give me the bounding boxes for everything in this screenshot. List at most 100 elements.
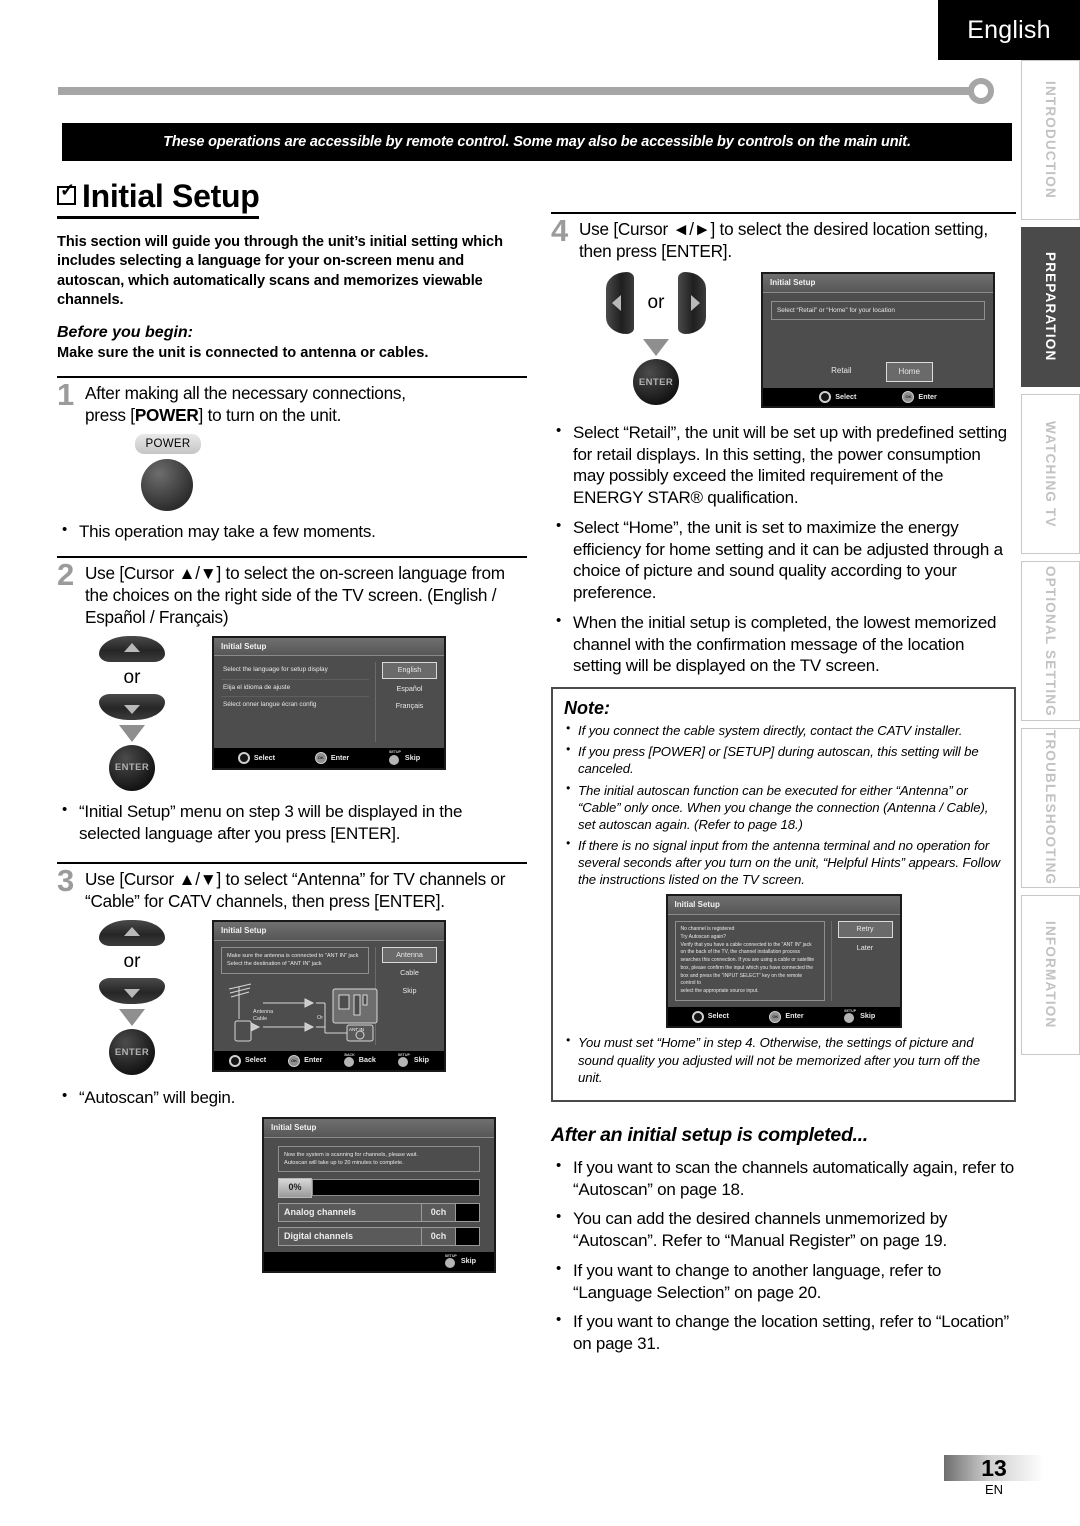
osd-location-options: Retail Home — [771, 362, 985, 382]
osd-footer-skip: SETUP Skip — [388, 751, 420, 765]
osd-footer-enter: OK Enter — [288, 1054, 322, 1067]
osd-note-line: No channel is registered — [680, 926, 735, 933]
sidebar-item-watching-tv[interactable]: WATCHING TV — [1021, 394, 1080, 554]
note-heading: Note: — [564, 698, 610, 719]
osd-option-antenna[interactable]: Antenna — [382, 946, 437, 964]
list-item: Select “Home”, the unit is set to maximi… — [551, 516, 1016, 604]
osd-footer-skip: SETUP Skip — [397, 1053, 429, 1068]
osd-option-retry[interactable]: Retry — [837, 921, 893, 938]
sidebar-item-information[interactable]: INFORMATION — [1021, 895, 1080, 1055]
sidebar-item-watching-tv-label: WATCHING TV — [1043, 420, 1058, 528]
osd-option-later[interactable]: Later — [838, 941, 893, 955]
autoscan-digital-indicator — [455, 1227, 479, 1245]
step-2-number: 2 — [57, 556, 75, 592]
note-list: If you connect the cable system directly… — [564, 721, 1003, 888]
osd-footer-select: Select — [819, 390, 856, 403]
sidebar-item-troubleshooting[interactable]: TROUBLESHOOTING — [1021, 728, 1080, 888]
autoscan-analog-row: Analog channels 0ch — [278, 1202, 480, 1222]
step-1-text: After making all the necessary connectio… — [85, 382, 406, 426]
left-column: Initial Setup This section will guide yo… — [57, 178, 527, 1274]
osd-antenna-title: Initial Setup — [214, 922, 444, 941]
osd-language-footer: Select OK Enter SETUP Skip — [214, 748, 444, 768]
autoscan-digital-label: Digital channels — [284, 1230, 354, 1241]
osd-option-retail[interactable]: Retail — [823, 362, 859, 382]
osd-helpful-title: Initial Setup — [667, 896, 900, 916]
osd-note-line: Autoscan will take up to 20 minutes to c… — [284, 1160, 404, 1167]
osd-autoscan-screen: Initial Setup Now the system is scanning… — [262, 1117, 496, 1274]
osd-helpful-main: No channel is registered Try Autoscan ag… — [674, 921, 825, 1001]
autoscan-analog-value: 0ch — [421, 1203, 455, 1221]
arrow-down-icon — [119, 724, 145, 742]
sidebar-item-introduction[interactable]: INTRODUCTION — [1021, 60, 1080, 220]
dpad-icon — [237, 752, 250, 765]
osd-option-skip[interactable]: Skip — [382, 984, 437, 998]
enter-button-icon[interactable]: ENTER — [109, 1029, 155, 1076]
section-tabs: INTRODUCTION PREPARATION WATCHING TV OPT… — [1021, 60, 1080, 1060]
enter-button-label: ENTER — [638, 376, 674, 388]
step-1-bullets: This operation may take a few moments. — [57, 520, 527, 543]
page-title: Initial Setup — [57, 178, 260, 219]
step-3-or-label: or — [123, 951, 141, 973]
page-language-code: EN — [984, 1482, 1004, 1497]
dpad-icon — [691, 1010, 704, 1023]
list-item: You can add the desired channels unmemor… — [551, 1207, 1016, 1252]
dpad-icon — [819, 390, 832, 403]
step-2: 2 Use [Cursor ▲/▼] to select the on-scre… — [57, 556, 527, 628]
section-intro: This section will guide you through the … — [57, 234, 503, 308]
sidebar-item-optional-setting[interactable]: OPTIONAL SETTING — [1021, 561, 1080, 721]
enter-key-icon: OK — [314, 752, 327, 765]
autoscan-analog-indicator — [455, 1203, 479, 1221]
autoscan-digital-value: 0ch — [421, 1227, 455, 1245]
osd-language-rows: Select the language for setup display El… — [221, 662, 369, 742]
cursor-right-icon[interactable] — [678, 272, 707, 335]
osd-autoscan-title: Initial Setup — [264, 1119, 494, 1138]
cursor-left-icon[interactable] — [605, 272, 634, 335]
osd-option-francais[interactable]: Français — [382, 699, 437, 713]
divider — [57, 555, 527, 558]
cursor-up-icon[interactable] — [99, 635, 165, 662]
step-2-bullets: “Initial Setup” menu on step 3 will be d… — [57, 800, 527, 845]
step-2-or-label: or — [123, 666, 141, 688]
osd-language-options: English Español Français — [375, 662, 437, 743]
cursor-down-icon[interactable] — [99, 693, 165, 720]
osd-option-english[interactable]: English — [382, 662, 437, 679]
cursor-down-icon[interactable] — [99, 978, 165, 1005]
osd-option-home[interactable]: Home — [885, 362, 933, 382]
enter-button-icon[interactable]: ENTER — [109, 744, 155, 791]
osd-note-line: Make sure the antenna is connected to “A… — [227, 952, 359, 959]
osd-option-cable[interactable]: Cable — [382, 966, 437, 980]
osd-antenna-notes: Make sure the antenna is connected to “A… — [221, 946, 369, 974]
step-3-bullets: “Autoscan” will begin. — [57, 1086, 527, 1109]
sidebar-item-introduction-label: INTRODUCTION — [1043, 81, 1058, 199]
step-2-graphics: or ENTER Initial Setup Select the langua… — [57, 635, 527, 791]
sidebar-item-optional-setting-label: OPTIONAL SETTING — [1043, 565, 1058, 717]
page-number: 13 — [981, 1454, 1007, 1481]
sidebar-item-troubleshooting-label: TROUBLESHOOTING — [1043, 730, 1058, 886]
power-button-graphic: POWER — [135, 434, 527, 511]
osd-option-espanol[interactable]: Español — [382, 682, 437, 696]
note-list-continued: You must set “Home” in step 4. Otherwise… — [564, 1033, 1003, 1085]
before-you-begin-body: Make sure the unit is connected to anten… — [57, 345, 429, 361]
enter-button-icon[interactable]: ENTER — [633, 359, 679, 406]
step-1-text-b: press [ — [85, 404, 135, 425]
sidebar-item-preparation[interactable]: PREPARATION — [1021, 227, 1080, 387]
language-tab-label: English — [967, 15, 1051, 44]
page-number-bg: 13 — [944, 1455, 1044, 1481]
arrow-down-icon — [119, 1009, 145, 1027]
osd-antenna-screen: Initial Setup Make sure the antenna is c… — [212, 920, 446, 1073]
divider — [551, 212, 1016, 214]
power-button-icon[interactable] — [141, 459, 193, 511]
remote-control-banner-text: These operations are accessible by remot… — [163, 134, 911, 150]
svg-text:ANT IN: ANT IN — [349, 1027, 364, 1032]
list-item: If you want to scan the channels automat… — [551, 1156, 1016, 1201]
step-4-or-label: or — [647, 292, 665, 314]
header-rule — [58, 78, 1013, 104]
osd-footer-enter: OK Enter — [314, 752, 349, 765]
osd-footer-select: Select — [228, 1054, 266, 1067]
before-you-begin-heading: Before you begin: — [57, 324, 194, 341]
osd-note-line: box and press the “INPUT SELECT” key on … — [680, 972, 803, 987]
cursor-up-icon[interactable] — [99, 920, 165, 947]
osd-note-line: searches this connection. If you are usi… — [680, 957, 815, 964]
list-item: If you want to change to another languag… — [551, 1259, 1016, 1304]
autoscan-progress-bar — [312, 1179, 480, 1197]
